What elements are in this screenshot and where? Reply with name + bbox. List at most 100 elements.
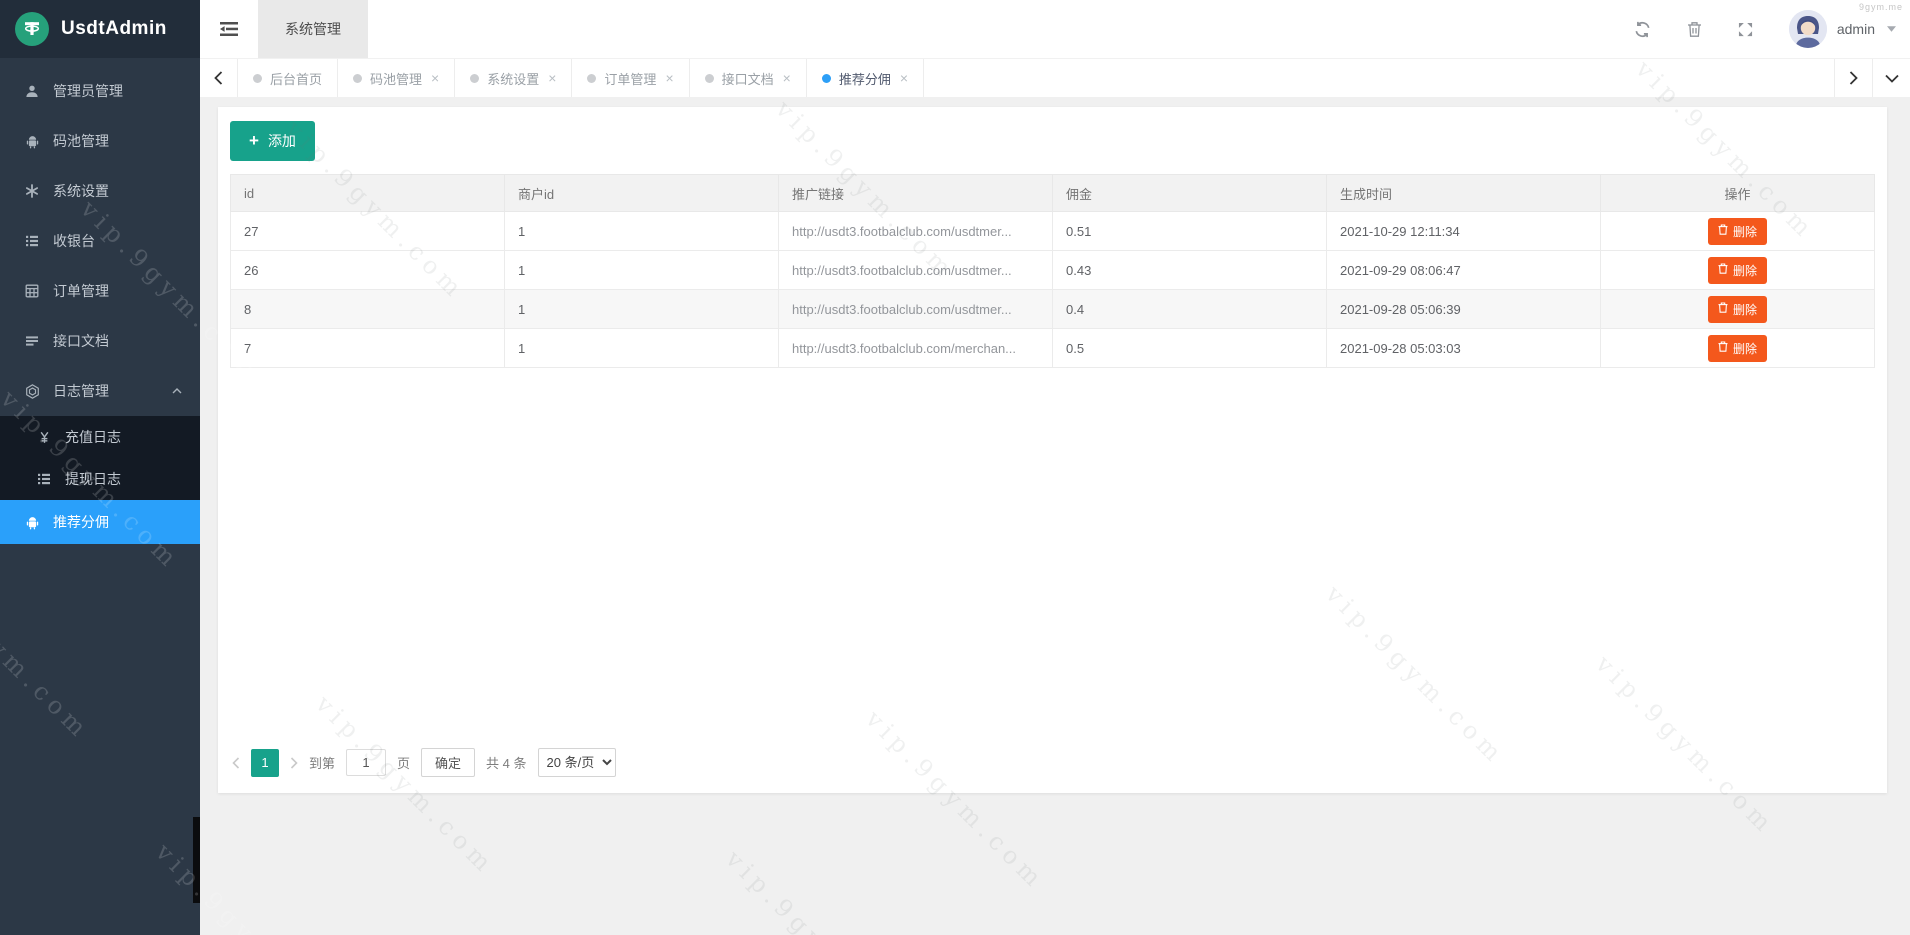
sidebar-scrollbar[interactable] bbox=[193, 817, 200, 903]
tabs-scroll-right-icon[interactable] bbox=[1834, 59, 1872, 97]
tab-referral-commission[interactable]: 推荐分佣 × bbox=[807, 59, 924, 97]
column-header-id: id bbox=[231, 175, 505, 212]
tab-dot-icon bbox=[253, 74, 262, 83]
trash-icon[interactable] bbox=[1687, 21, 1702, 37]
tab-close-icon[interactable]: × bbox=[665, 71, 673, 85]
table-row: 7 1 http://usdt3.footbalclub.com/merchan… bbox=[231, 329, 1875, 368]
tabs-menu-chevron-down-icon[interactable] bbox=[1872, 59, 1910, 97]
cell-id: 26 bbox=[231, 251, 505, 290]
cell-merchant-id: 1 bbox=[505, 290, 779, 329]
delete-button-label: 删除 bbox=[1733, 340, 1757, 357]
delete-button[interactable]: 删除 bbox=[1708, 296, 1767, 323]
tab-api-docs[interactable]: 接口文档 × bbox=[690, 59, 807, 97]
add-button-label: 添加 bbox=[268, 131, 296, 151]
menu-fold-icon[interactable] bbox=[200, 0, 258, 58]
app-logo: UsdtAdmin bbox=[0, 0, 200, 58]
tab-dot-icon bbox=[353, 74, 362, 83]
tab-order-management[interactable]: 订单管理 × bbox=[572, 59, 689, 97]
tabs-scroll-left-icon[interactable] bbox=[200, 59, 238, 97]
sidebar-item-withdraw-log[interactable]: 提现日志 bbox=[0, 458, 200, 500]
sidebar-item-referral-commission[interactable]: 推荐分佣 bbox=[0, 500, 200, 544]
tab-close-icon[interactable]: × bbox=[431, 71, 439, 85]
plus-icon: + bbox=[249, 134, 259, 148]
cell-merchant-id: 1 bbox=[505, 329, 779, 368]
tab-dot-icon bbox=[470, 74, 479, 83]
tab-pool-management[interactable]: 码池管理 × bbox=[338, 59, 455, 97]
column-header-commission: 佣金 bbox=[1053, 175, 1327, 212]
tab-close-icon[interactable]: × bbox=[900, 71, 908, 85]
tab-label: 码池管理 bbox=[370, 69, 422, 88]
sidebar-item-log-management[interactable]: 日志管理 bbox=[0, 366, 200, 416]
tab-system-settings[interactable]: 系统设置 × bbox=[455, 59, 572, 97]
delete-button-label: 删除 bbox=[1733, 223, 1757, 240]
table-row: 27 1 http://usdt3.footbalclub.com/usdtme… bbox=[231, 212, 1875, 251]
hexagon-icon bbox=[24, 383, 40, 399]
cell-created: 2021-10-29 12:11:34 bbox=[1327, 212, 1601, 251]
tab-close-icon[interactable]: × bbox=[548, 71, 556, 85]
tab-close-icon[interactable]: × bbox=[783, 71, 791, 85]
main-area: 系统管理 admin 后台首页 bbox=[200, 0, 1910, 935]
sidebar-item-label: 管理员管理 bbox=[53, 81, 123, 101]
table-header-row: id 商户id 推广链接 佣金 生成时间 操作 bbox=[231, 175, 1875, 212]
cell-link: http://usdt3.footbalclub.com/usdtmer... bbox=[779, 290, 1053, 329]
sidebar-item-label: 接口文档 bbox=[53, 331, 109, 351]
nav-tab-system-management[interactable]: 系统管理 bbox=[258, 0, 368, 58]
sidebar-item-system-settings[interactable]: 系统设置 bbox=[0, 166, 200, 216]
lines-icon bbox=[24, 333, 40, 349]
cell-commission: 0.5 bbox=[1053, 329, 1327, 368]
card-spacer bbox=[230, 368, 1875, 744]
tab-dot-icon bbox=[705, 74, 714, 83]
prev-page-icon[interactable] bbox=[232, 757, 240, 769]
column-header-created: 生成时间 bbox=[1327, 175, 1601, 212]
fullscreen-icon[interactable] bbox=[1738, 22, 1753, 37]
list-icon bbox=[36, 471, 52, 487]
cell-id: 8 bbox=[231, 290, 505, 329]
cell-merchant-id: 1 bbox=[505, 251, 779, 290]
column-header-link: 推广链接 bbox=[779, 175, 1053, 212]
sidebar-item-admin-management[interactable]: 管理员管理 bbox=[0, 66, 200, 116]
sidebar-item-api-docs[interactable]: 接口文档 bbox=[0, 316, 200, 366]
user-icon bbox=[24, 83, 40, 99]
sidebar-item-order-management[interactable]: 订单管理 bbox=[0, 266, 200, 316]
delete-button[interactable]: 删除 bbox=[1708, 335, 1767, 362]
cell-created: 2021-09-29 08:06:47 bbox=[1327, 251, 1601, 290]
commission-table: id 商户id 推广链接 佣金 生成时间 操作 27 1 http://usdt… bbox=[230, 174, 1875, 368]
tab-dot-icon bbox=[822, 74, 831, 83]
page-size-select[interactable]: 20 条/页 bbox=[538, 748, 616, 777]
tab-dashboard[interactable]: 后台首页 bbox=[238, 59, 338, 97]
cell-created: 2021-09-28 05:03:03 bbox=[1327, 329, 1601, 368]
refresh-icon[interactable] bbox=[1634, 21, 1651, 38]
android-icon bbox=[24, 133, 40, 149]
tab-label: 接口文档 bbox=[722, 69, 774, 88]
sidebar-item-recharge-log[interactable]: 充值日志 bbox=[0, 416, 200, 458]
sidebar-item-pool-management[interactable]: 码池管理 bbox=[0, 116, 200, 166]
sidebar-item-label: 码池管理 bbox=[53, 131, 109, 151]
delete-button[interactable]: 删除 bbox=[1708, 257, 1767, 284]
tab-label: 后台首页 bbox=[270, 69, 322, 88]
sidebar-item-cashier[interactable]: 收银台 bbox=[0, 216, 200, 266]
goto-page-input[interactable] bbox=[346, 749, 386, 776]
delete-button-label: 删除 bbox=[1733, 301, 1757, 318]
sidebar-menu: 管理员管理 码池管理 系统设置 收银台 订单管理 接口文档 日志管理 bbox=[0, 58, 200, 544]
asterisk-icon bbox=[24, 183, 40, 199]
trash-icon bbox=[1718, 302, 1728, 316]
cell-commission: 0.43 bbox=[1053, 251, 1327, 290]
add-button[interactable]: + 添加 bbox=[230, 121, 315, 161]
next-page-icon[interactable] bbox=[290, 757, 298, 769]
avatar[interactable] bbox=[1789, 10, 1827, 48]
cell-merchant-id: 1 bbox=[505, 212, 779, 251]
page-number-button[interactable]: 1 bbox=[251, 749, 279, 777]
confirm-button[interactable]: 确定 bbox=[421, 748, 475, 777]
sidebar-item-label: 日志管理 bbox=[53, 381, 109, 401]
trash-icon bbox=[1718, 263, 1728, 277]
cell-created: 2021-09-28 05:06:39 bbox=[1327, 290, 1601, 329]
cell-link: http://usdt3.footbalclub.com/usdtmer... bbox=[779, 212, 1053, 251]
tab-dot-icon bbox=[587, 74, 596, 83]
delete-button[interactable]: 删除 bbox=[1708, 218, 1767, 245]
content-card: + 添加 id 商户id 推广链接 佣金 生成时间 操作 27 bbox=[218, 107, 1887, 793]
username[interactable]: admin bbox=[1837, 21, 1875, 37]
tags-bar: 后台首页 码池管理 × 系统设置 × 订单管理 × 接口文档 × 推荐分佣 × bbox=[200, 58, 1910, 97]
user-menu[interactable]: admin bbox=[1789, 10, 1896, 48]
tab-label: 系统设置 bbox=[487, 69, 539, 88]
table-row: 8 1 http://usdt3.footbalclub.com/usdtmer… bbox=[231, 290, 1875, 329]
